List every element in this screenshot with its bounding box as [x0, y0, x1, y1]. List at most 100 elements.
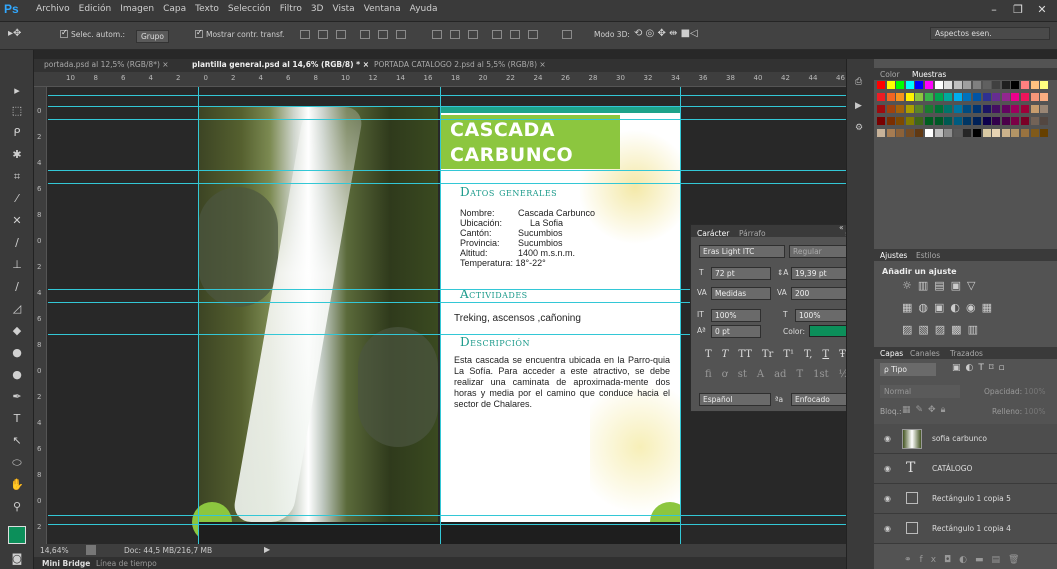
- lock-icons[interactable]: ▦✎✥🔒︎: [902, 405, 950, 415]
- color-swatch[interactable]: [877, 129, 885, 137]
- superscript-button[interactable]: T¹: [783, 349, 794, 360]
- color-swatch[interactable]: [1011, 81, 1020, 89]
- tab-color[interactable]: Color: [880, 70, 900, 79]
- color-swatch[interactable]: [1021, 117, 1029, 125]
- color-swatch[interactable]: [925, 93, 933, 101]
- alternates-button[interactable]: ad: [774, 369, 786, 380]
- guide-vertical[interactable]: [198, 87, 199, 544]
- antialias-select[interactable]: Enfocado: [791, 393, 849, 406]
- color-swatch[interactable]: [1001, 117, 1010, 125]
- color-swatch[interactable]: [953, 105, 962, 113]
- color-swatch[interactable]: [925, 105, 933, 113]
- color-swatch[interactable]: [1001, 105, 1010, 113]
- color-swatch[interactable]: [1030, 93, 1039, 101]
- color-swatch[interactable]: [944, 129, 953, 137]
- color-swatch[interactable]: [877, 117, 885, 125]
- fill-value[interactable]: 100%: [1024, 407, 1045, 416]
- horizontal-scale-field[interactable]: 100%: [795, 309, 849, 322]
- tab-swatches[interactable]: Muestras: [912, 70, 946, 79]
- color-swatch[interactable]: [886, 117, 895, 125]
- color-swatch[interactable]: [934, 93, 943, 101]
- eraser-tool-icon[interactable]: ◿: [8, 300, 26, 318]
- align-bottom-icon[interactable]: [336, 30, 346, 39]
- color-swatch[interactable]: [1011, 117, 1020, 125]
- color-swatch[interactable]: [877, 93, 885, 101]
- color-swatch[interactable]: [896, 129, 905, 137]
- align-left-icon[interactable]: [360, 30, 370, 39]
- 3d-tools-icon[interactable]: ⟲ ◎ ✥ ⇹ ■◁: [634, 28, 698, 39]
- color-swatch[interactable]: [953, 81, 962, 89]
- guide-horizontal[interactable]: [48, 183, 846, 184]
- color-swatch[interactable]: [915, 105, 924, 113]
- opacity-value[interactable]: 100%: [1024, 387, 1045, 396]
- color-swatch[interactable]: [1040, 105, 1049, 113]
- layer-row[interactable]: ◉ sofia carbunco: [874, 424, 1057, 454]
- auto-select-dropdown[interactable]: Grupo: [136, 30, 169, 43]
- color-swatch[interactable]: [1001, 129, 1010, 137]
- stamp-tool-icon[interactable]: ⊥: [8, 256, 26, 274]
- faux-italic-button[interactable]: T: [722, 349, 729, 360]
- status-icon[interactable]: [86, 545, 96, 555]
- color-swatch[interactable]: [886, 105, 895, 113]
- color-swatch[interactable]: [934, 129, 943, 137]
- color-swatch[interactable]: [963, 129, 972, 137]
- guide-vertical[interactable]: [680, 87, 681, 544]
- move-tool-icon[interactable]: ▸: [8, 82, 26, 100]
- restore-button[interactable]: ❐: [1006, 1, 1030, 19]
- guide-horizontal[interactable]: [48, 106, 846, 107]
- tab-close-icon[interactable]: ×: [539, 60, 545, 69]
- subscript-button[interactable]: T,: [804, 349, 812, 360]
- show-transform-checkbox[interactable]: Mostrar contr. transf.: [195, 28, 284, 39]
- color-swatch[interactable]: [1040, 81, 1049, 89]
- properties-icon[interactable]: ⚙: [855, 123, 863, 133]
- distribute-bottom-icon[interactable]: [468, 30, 478, 39]
- text-color-swatch[interactable]: [809, 325, 849, 337]
- quick-mask-icon[interactable]: ◙: [8, 550, 26, 568]
- distribute-right-icon[interactable]: [528, 30, 538, 39]
- color-swatch[interactable]: [925, 117, 933, 125]
- baseline-field[interactable]: 0 pt: [711, 325, 761, 338]
- shape-tool-icon[interactable]: ⬭: [8, 454, 26, 472]
- align-top-icon[interactable]: [300, 30, 310, 39]
- crop-tool-icon[interactable]: ⌗: [8, 168, 26, 186]
- color-swatch[interactable]: [1001, 93, 1010, 101]
- color-swatch[interactable]: [905, 117, 914, 125]
- language-select[interactable]: Español: [699, 393, 771, 406]
- zoom-tool-icon[interactable]: ⚲: [8, 498, 26, 516]
- color-swatch[interactable]: [992, 129, 1001, 137]
- layer-row[interactable]: ◉ Rectángulo 1 copia 5: [874, 484, 1057, 514]
- guide-horizontal[interactable]: [48, 170, 846, 171]
- adjustment-icons-row3[interactable]: ▨▧▨▩▥: [902, 323, 984, 336]
- color-swatch[interactable]: [905, 129, 914, 137]
- history-icon[interactable]: ⎙: [855, 77, 862, 87]
- foreground-color-swatch[interactable]: [8, 526, 26, 544]
- color-swatch[interactable]: [973, 117, 981, 125]
- color-swatch[interactable]: [944, 105, 953, 113]
- tab-close-icon[interactable]: ×: [162, 60, 168, 69]
- color-swatch[interactable]: [1040, 129, 1049, 137]
- color-swatch[interactable]: [963, 81, 972, 89]
- tab-portada[interactable]: portada.psd al 12,5% (RGB/8*) ×: [44, 60, 169, 69]
- actions-play-icon[interactable]: ▶: [855, 101, 862, 111]
- layer-row[interactable]: ◉ T CATÁLOGO: [874, 454, 1057, 484]
- color-swatch[interactable]: [953, 117, 962, 125]
- font-family-select[interactable]: Eras Light ITC: [699, 245, 785, 258]
- color-swatch[interactable]: [915, 93, 924, 101]
- ruler-horizontal[interactable]: 10 8 6 4 2 0 2 4 6 8 10 12 14 16 18 20 22 24 26 28 30 32 34 36 3…: [34, 72, 846, 87]
- vertical-scale-field[interactable]: 100%: [711, 309, 761, 322]
- kerning-field[interactable]: Medidas: [711, 287, 771, 300]
- all-caps-button[interactable]: TT: [738, 349, 752, 360]
- color-swatch[interactable]: [953, 93, 962, 101]
- tab-close-icon[interactable]: ×: [363, 60, 369, 69]
- move-tool-icon[interactable]: ▸✥: [8, 28, 21, 39]
- guide-horizontal[interactable]: [48, 119, 846, 120]
- color-swatch[interactable]: [992, 93, 1001, 101]
- menu-ventana[interactable]: Ventana: [364, 4, 401, 14]
- color-swatch[interactable]: [982, 81, 991, 89]
- dodge-tool-icon[interactable]: ●: [8, 366, 26, 384]
- stylistic-button[interactable]: st: [738, 369, 747, 380]
- color-swatch[interactable]: [973, 129, 981, 137]
- tab-character[interactable]: Carácter: [697, 229, 729, 238]
- auto-select-checkbox[interactable]: Selec. autom.:: [60, 28, 125, 39]
- color-swatch[interactable]: [982, 105, 991, 113]
